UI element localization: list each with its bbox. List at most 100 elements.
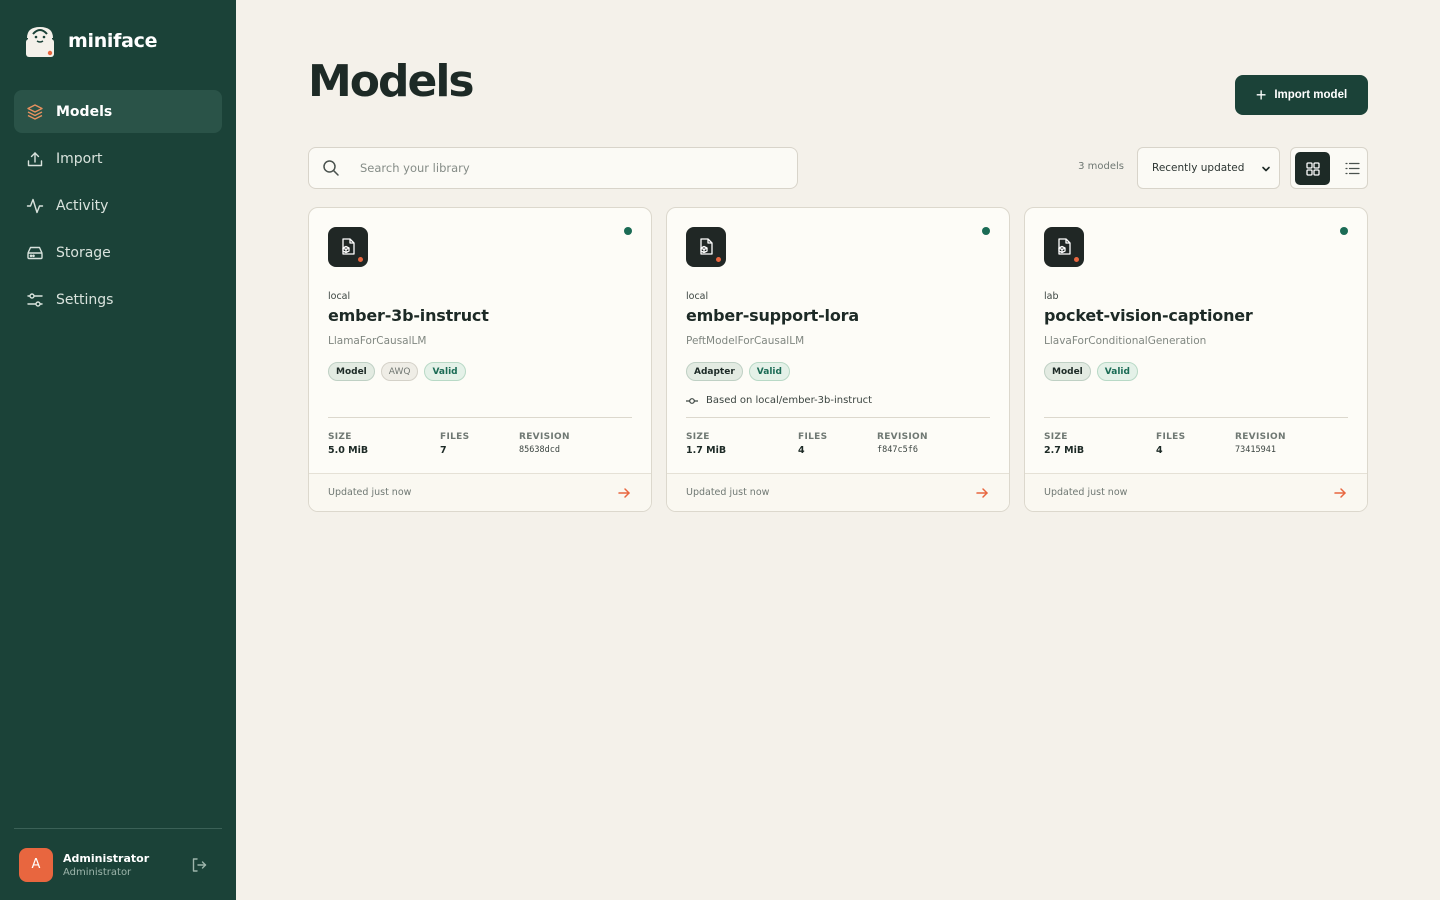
storage-icon xyxy=(26,244,44,262)
sort-selected-value: Recently updated xyxy=(1152,162,1245,174)
arrow-right-icon[interactable] xyxy=(975,486,989,500)
search-icon xyxy=(323,160,339,176)
divider xyxy=(328,417,632,418)
sidebar-item-label: Storage xyxy=(56,244,111,261)
sidebar-item-label: Activity xyxy=(56,197,109,214)
model-architecture: LlavaForConditionalGeneration xyxy=(1044,335,1207,347)
sidebar-item-settings[interactable]: Settings xyxy=(14,278,222,321)
sidebar-nav: Models Import Activity Storage Settings xyxy=(14,90,222,325)
model-name[interactable]: pocket-vision-captioner xyxy=(1044,306,1253,325)
model-card[interactable]: local ember-support-lora PeftModelForCau… xyxy=(666,207,1010,512)
badge-adapter: Adapter xyxy=(686,362,743,381)
stat-value: 2.7 MiB xyxy=(1044,445,1085,456)
badge-valid: Valid xyxy=(1096,362,1138,381)
logout-icon[interactable] xyxy=(190,856,208,874)
stat-files: FILES 4 xyxy=(1156,432,1185,456)
updated-time: Updated just now xyxy=(1044,487,1128,498)
model-card[interactable]: lab pocket-vision-captioner LlavaForCond… xyxy=(1024,207,1368,512)
stat-value: 4 xyxy=(1156,445,1163,456)
chevron-down-icon xyxy=(1262,166,1270,172)
card-footer: Updated just now xyxy=(309,473,651,511)
stat-label: FILES xyxy=(440,432,470,442)
stat-files: FILES 7 xyxy=(440,432,469,456)
stat-label: SIZE xyxy=(328,432,352,442)
sidebar-item-storage[interactable]: Storage xyxy=(14,231,222,274)
upload-icon xyxy=(26,150,44,168)
stat-label: REVISION xyxy=(1235,432,1286,442)
stat-size: SIZE 1.7 MiB xyxy=(686,432,726,456)
sidebar-item-label: Models xyxy=(56,103,113,120)
stat-value: 85638dcd xyxy=(519,445,560,455)
model-name[interactable]: ember-3b-instruct xyxy=(328,306,489,325)
stat-value: 5.0 MiB xyxy=(328,445,369,456)
stat-size: SIZE 5.0 MiB xyxy=(328,432,368,456)
model-namespace: lab xyxy=(1044,291,1059,302)
badge-model: Model xyxy=(328,362,375,381)
list-view-button[interactable] xyxy=(1339,154,1365,183)
stat-revision: REVISION 85638dcd xyxy=(519,432,570,455)
arrow-right-icon[interactable] xyxy=(1333,486,1347,500)
stat-revision: REVISION f847c5f6 xyxy=(877,432,928,455)
stat-label: FILES xyxy=(1156,432,1186,442)
search-input[interactable] xyxy=(360,161,760,175)
sidebar-item-activity[interactable]: Activity xyxy=(14,184,222,227)
badge-quantization: AWQ xyxy=(380,362,419,381)
user-info: Administrator Administrator xyxy=(63,852,149,878)
badge-valid: Valid xyxy=(424,362,466,381)
updated-time: Updated just now xyxy=(328,487,412,498)
model-namespace: local xyxy=(328,291,351,302)
brand[interactable]: miniface xyxy=(24,24,157,58)
sort-select[interactable]: Recently updated xyxy=(1137,147,1280,189)
model-file-icon xyxy=(328,227,368,267)
stat-label: SIZE xyxy=(686,432,710,442)
import-model-button[interactable]: + Import model xyxy=(1235,75,1368,115)
stat-value: 73415941 xyxy=(1235,445,1276,455)
user-name: Administrator xyxy=(63,851,150,865)
arrow-right-icon[interactable] xyxy=(617,486,631,500)
user-panel: A Administrator Administrator xyxy=(14,828,222,900)
import-model-label: Import model xyxy=(1274,89,1348,101)
page-title: Models xyxy=(308,56,475,107)
model-card[interactable]: local ember-3b-instruct LlamaForCausalLM… xyxy=(308,207,652,512)
view-toggle xyxy=(1290,147,1368,189)
sidebar-item-label: Import xyxy=(56,150,103,167)
model-architecture: LlamaForCausalLM xyxy=(328,335,427,347)
stat-value: 7 xyxy=(440,445,447,456)
base-model-text: Based on local/ember-3b-instruct xyxy=(706,395,873,406)
model-file-icon xyxy=(1044,227,1084,267)
badge-group: Adapter Valid xyxy=(686,362,790,381)
stat-value: 1.7 MiB xyxy=(686,445,727,456)
stat-label: SIZE xyxy=(1044,432,1068,442)
avatar[interactable]: A xyxy=(19,847,53,882)
base-model-link[interactable]: Based on local/ember-3b-instruct xyxy=(686,395,872,406)
badge-model: Model xyxy=(1044,362,1091,381)
sidebar-item-models[interactable]: Models xyxy=(14,90,222,133)
model-count: 3 models xyxy=(1078,161,1124,172)
badge-group: Model Valid xyxy=(1044,362,1138,381)
status-indicator xyxy=(982,227,990,235)
user-role: Administrator xyxy=(63,866,132,878)
stat-revision: REVISION 73415941 xyxy=(1235,432,1286,455)
grid-icon xyxy=(1305,161,1320,176)
status-indicator xyxy=(1340,227,1348,235)
status-indicator xyxy=(624,227,632,235)
model-namespace: local xyxy=(686,291,709,302)
grid-view-button[interactable] xyxy=(1295,152,1330,185)
model-file-icon xyxy=(686,227,726,267)
divider xyxy=(686,417,990,418)
search-box xyxy=(308,147,798,189)
miniface-logo-icon xyxy=(24,24,56,58)
sidebar-item-import[interactable]: Import xyxy=(14,137,222,180)
plus-icon: + xyxy=(1255,85,1267,105)
model-architecture: PeftModelForCausalLM xyxy=(686,335,805,347)
stat-value: f847c5f6 xyxy=(877,445,918,455)
stat-label: REVISION xyxy=(519,432,570,442)
updated-time: Updated just now xyxy=(686,487,770,498)
app-name: miniface xyxy=(68,30,158,52)
card-footer: Updated just now xyxy=(667,473,1009,511)
card-footer: Updated just now xyxy=(1025,473,1367,511)
badge-valid: Valid xyxy=(748,362,790,381)
badge-group: Model AWQ Valid xyxy=(328,362,466,381)
model-name[interactable]: ember-support-lora xyxy=(686,306,859,325)
stat-label: FILES xyxy=(798,432,828,442)
